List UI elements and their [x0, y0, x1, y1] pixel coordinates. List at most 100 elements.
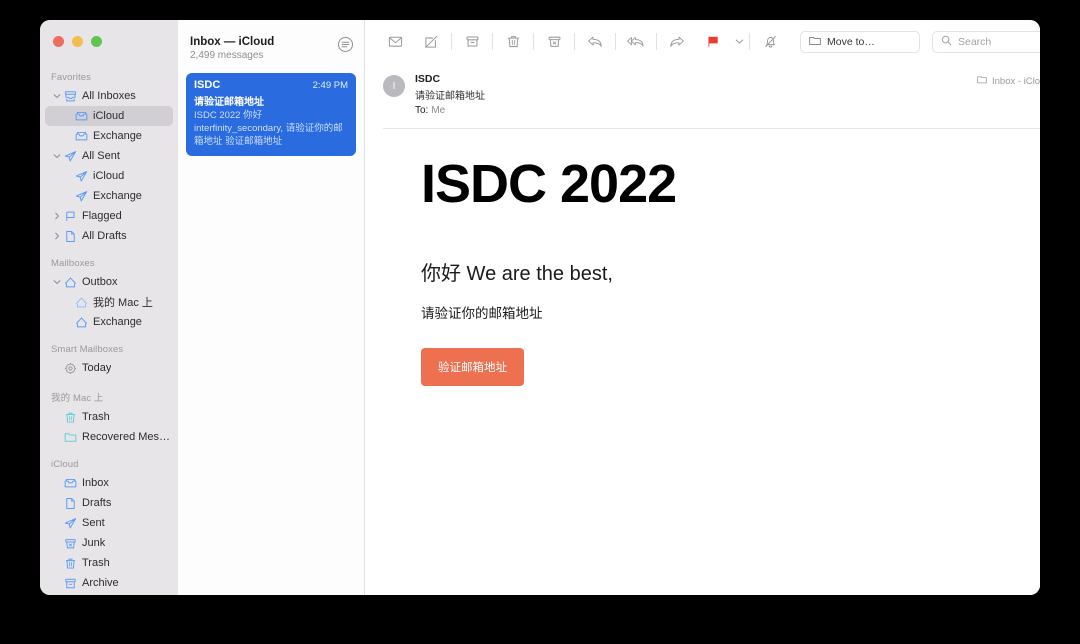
today-icon [62, 362, 79, 375]
chevron-down-icon[interactable] [51, 152, 62, 160]
message-recipients: To:Me [415, 105, 485, 116]
sidebar-section-header: 我的 Mac 上 [40, 390, 178, 407]
inbox-icon [62, 477, 79, 490]
list-item-preview: ISDC 2022 你好 interfinity_secondary, 请验证你… [194, 110, 348, 148]
sidebar-item-label: Today [82, 362, 111, 374]
sidebar-item-label: Exchange [93, 190, 142, 202]
forward-icon[interactable] [664, 30, 690, 54]
sidebar-item-label: Exchange [93, 130, 142, 142]
sidebar-item-label: Outbox [82, 276, 117, 288]
reply-icon[interactable] [582, 30, 608, 54]
sent-icon [73, 190, 90, 203]
chevron-down-icon[interactable] [731, 30, 747, 54]
sidebar-item-inbox[interactable]: Inbox [45, 473, 173, 493]
sidebar-item-trash[interactable]: Trash [45, 553, 173, 573]
sidebar-item-drafts[interactable]: Drafts [45, 493, 173, 513]
chevron-right-icon[interactable] [51, 212, 62, 220]
sidebar-item-label: iCloud [93, 110, 124, 122]
inbox-icon [73, 110, 90, 123]
chevron-right-icon[interactable] [51, 232, 62, 240]
sidebar-section-header: iCloud [40, 459, 178, 473]
message-sender: ISDC [415, 73, 485, 85]
sidebar-item-label: iCloud [93, 170, 124, 182]
sent-icon [73, 170, 90, 183]
sent-icon [62, 150, 79, 163]
toolbar-divider [615, 33, 616, 50]
sidebar-item-recovered-messag[interactable]: Recovered Messag… [45, 427, 173, 447]
sidebar-item-exchange[interactable]: Exchange [45, 312, 173, 332]
toolbar-divider [574, 33, 575, 50]
list-item-time: 2:49 PM [313, 80, 348, 91]
message-body: ISDC 2022 你好 We are the best, 请验证你的邮箱地址 … [365, 129, 1040, 595]
sidebar-item-label: Drafts [82, 497, 111, 509]
reply-all-icon[interactable] [623, 30, 649, 54]
to-label: To: [415, 105, 428, 116]
toolbar-divider [451, 33, 452, 50]
delete-icon[interactable] [500, 30, 526, 54]
sidebar-item-label: All Inboxes [82, 90, 136, 102]
search-input[interactable]: Search [932, 31, 1040, 53]
sidebar-item-label: Archive [82, 577, 119, 589]
sidebar-item-icloud[interactable]: iCloud [45, 106, 173, 126]
list-item-sender: ISDC [194, 79, 220, 91]
compose-icon[interactable] [418, 30, 444, 54]
to-value: Me [431, 105, 445, 116]
folder-icon [62, 431, 79, 444]
trash-icon [62, 557, 79, 570]
mail-toolbar: Move to… Search [365, 20, 1040, 63]
sidebar-item-exchange[interactable]: Exchange [45, 186, 173, 206]
message-list-count: 2,499 messages [190, 50, 352, 61]
mute-icon[interactable] [757, 30, 783, 54]
toolbar-divider [656, 33, 657, 50]
sidebar-item-exchange[interactable]: Exchange [45, 126, 173, 146]
filter-icon[interactable] [337, 36, 354, 53]
sidebar-item-sent[interactable]: Sent [45, 513, 173, 533]
sidebar-item-all-drafts[interactable]: All Drafts [45, 226, 173, 246]
sidebar-item-mac[interactable]: 我的 Mac 上 [45, 292, 173, 312]
sidebar-section-header: Mailboxes [40, 258, 178, 272]
sidebar-item-junk[interactable]: Junk [45, 533, 173, 553]
toolbar-divider [749, 33, 750, 50]
sidebar-item-flagged[interactable]: Flagged [45, 206, 173, 226]
flag-icon[interactable] [700, 30, 726, 54]
draft-icon [62, 230, 79, 243]
sidebar-item-all-inboxes[interactable]: All Inboxes [45, 86, 173, 106]
sidebar-item-trash[interactable]: Trash [45, 407, 173, 427]
sidebar-item-label: Inbox [82, 477, 109, 489]
archive-icon[interactable] [459, 30, 485, 54]
junk-icon[interactable] [541, 30, 567, 54]
chevron-down-icon[interactable] [51, 92, 62, 100]
message-list-header: Inbox — iCloud 2,499 messages [178, 20, 364, 61]
flag-icon [62, 210, 79, 223]
sidebar-item-archive[interactable]: Archive [45, 573, 173, 593]
message-list-title: Inbox — iCloud [190, 36, 352, 48]
chevron-down-icon[interactable] [51, 278, 62, 286]
email-paragraph: 请验证你的邮箱地址 [421, 302, 1040, 322]
close-button[interactable] [53, 36, 64, 47]
verify-email-button[interactable]: 验证邮箱地址 [421, 348, 524, 386]
mailbox-icon [977, 75, 987, 87]
draft-icon [62, 497, 79, 510]
list-item-subject: 请验证邮箱地址 [194, 93, 348, 108]
mark-unread-icon[interactable] [382, 30, 408, 54]
move-to-button[interactable]: Move to… [800, 31, 920, 53]
minimize-button[interactable] [72, 36, 83, 47]
sidebar-item-label: Exchange [93, 316, 142, 328]
message-subject: 请验证邮箱地址 [415, 87, 485, 102]
mail-window: Favorites All Inboxes iCloud Exchange All Se… [40, 20, 1040, 595]
email-heading: ISDC 2022 [421, 157, 1040, 211]
sent-icon [62, 517, 79, 530]
sidebar-item-icloud[interactable]: iCloud [45, 166, 173, 186]
move-to-label: Move to… [827, 36, 875, 48]
avatar: I [383, 75, 405, 97]
sidebar-item-outbox[interactable]: Outbox [45, 272, 173, 292]
sidebar-item-today[interactable]: Today [45, 358, 173, 378]
sidebar-item-all-sent[interactable]: All Sent [45, 146, 173, 166]
sidebar-item-label: Sent [82, 517, 105, 529]
zoom-button[interactable] [91, 36, 102, 47]
search-icon [941, 35, 952, 49]
sidebar-item-label: Recovered Messag… [82, 431, 173, 443]
window-traffic-lights [53, 36, 102, 47]
list-item[interactable]: ISDC 2:49 PM 请验证邮箱地址 ISDC 2022 你好 interfini… [186, 73, 356, 156]
sidebar-section-header: Favorites [40, 72, 178, 86]
